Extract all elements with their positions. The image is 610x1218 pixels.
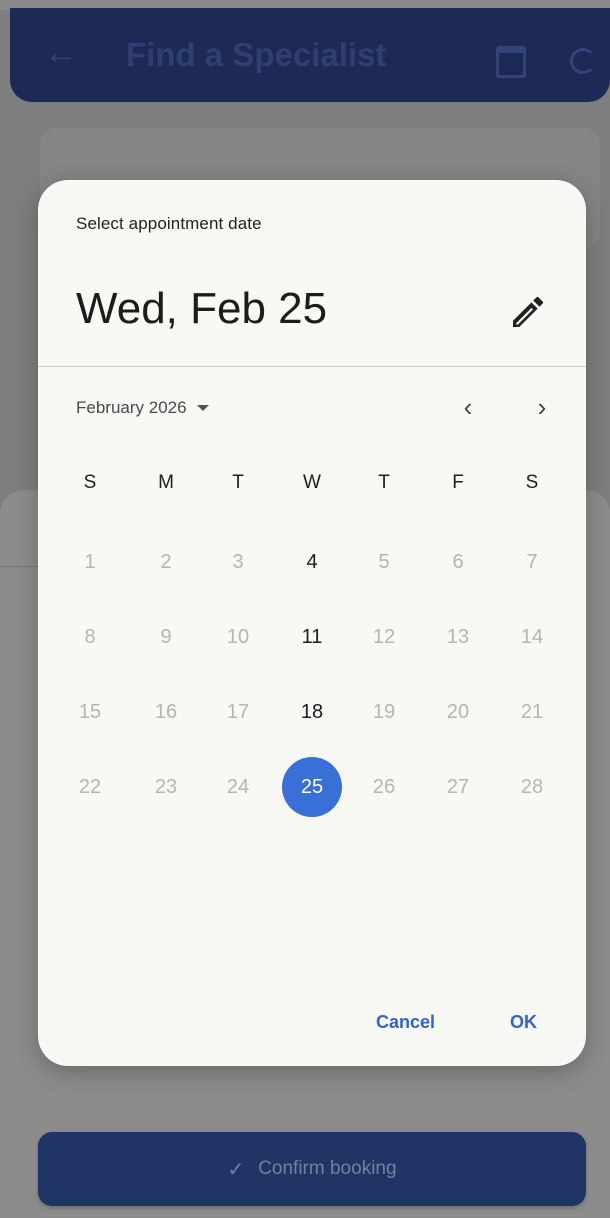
refresh-icon[interactable]: [570, 48, 596, 74]
calendar-day: 20: [446, 701, 470, 723]
calendar-icon[interactable]: [496, 46, 526, 78]
calendar-day: 15: [78, 701, 102, 723]
weekday-label: S: [83, 472, 97, 493]
calendar-day: 22: [78, 776, 102, 798]
calendar-day: 3: [232, 551, 244, 573]
calendar-day: 27: [446, 776, 470, 798]
calendar-day: 8: [84, 626, 96, 648]
calendar-day: 17: [226, 701, 250, 723]
calendar-day: 10: [226, 626, 250, 648]
calendar-day: 13: [446, 626, 470, 648]
date-picker-dialog: Select appointment date Wed, Feb 25 Febr…: [38, 180, 586, 1066]
calendar-day: 21: [520, 701, 544, 723]
calendar-day: 9: [160, 626, 172, 648]
calendar-day: 23: [154, 776, 178, 798]
weekday-label: M: [158, 472, 174, 493]
calendar-day[interactable]: 4: [282, 532, 342, 592]
app-bar: ← Find a Specialist: [10, 8, 610, 102]
calendar-day[interactable]: 11: [282, 607, 342, 667]
ok-button[interactable]: OK: [510, 1012, 537, 1033]
chevron-left-icon[interactable]: ‹: [452, 392, 484, 424]
month-year-label: February 2026: [76, 398, 187, 417]
calendar-day: 1: [84, 551, 96, 573]
weekday-label: T: [378, 472, 390, 493]
calendar-day: 16: [154, 701, 178, 723]
calendar-day: 19: [372, 701, 396, 723]
calendar-day: 2: [160, 551, 172, 573]
selected-date-header: Wed, Feb 25: [76, 284, 328, 333]
calendar-day: 14: [520, 626, 544, 648]
caret-down-icon: [196, 405, 209, 411]
calendar-day[interactable]: 18: [282, 682, 342, 742]
calendar-day[interactable]: 25: [282, 757, 342, 817]
calendar-day: 26: [372, 776, 396, 798]
calendar-day: 7: [526, 551, 538, 573]
arrow-left-icon[interactable]: ←: [44, 36, 78, 70]
dialog-help-text: Select appointment date: [76, 214, 262, 233]
confirm-booking-label: Confirm booking: [258, 1158, 397, 1179]
check-icon: ✓: [227, 1158, 245, 1181]
screen: ← Find a Specialist ✓ Confirm booking Se…: [0, 0, 610, 1218]
weekday-label: W: [303, 472, 321, 493]
pencil-icon[interactable]: [508, 292, 548, 332]
cancel-button[interactable]: Cancel: [376, 1012, 435, 1033]
calendar-day: 24: [226, 776, 250, 798]
weekday-label: T: [232, 472, 244, 493]
confirm-booking-button[interactable]: ✓ Confirm booking: [38, 1132, 586, 1206]
calendar-grid: 1 2 3 4 5 6 7 8 9 10 11 12 13 14 15 16 1…: [54, 532, 570, 832]
weekday-label: S: [525, 472, 539, 493]
calendar-day: 5: [378, 551, 390, 573]
weekday-label: F: [452, 472, 464, 493]
header-divider: [38, 366, 586, 367]
calendar-day: 6: [452, 551, 464, 573]
chevron-right-icon[interactable]: ›: [526, 392, 558, 424]
app-title: Find a Specialist: [126, 36, 387, 73]
calendar-day: 12: [372, 626, 396, 648]
calendar-day: 28: [520, 776, 544, 798]
month-year-selector[interactable]: February 2026: [76, 398, 209, 418]
weekday-header-row: S M T W T F S: [54, 472, 570, 502]
